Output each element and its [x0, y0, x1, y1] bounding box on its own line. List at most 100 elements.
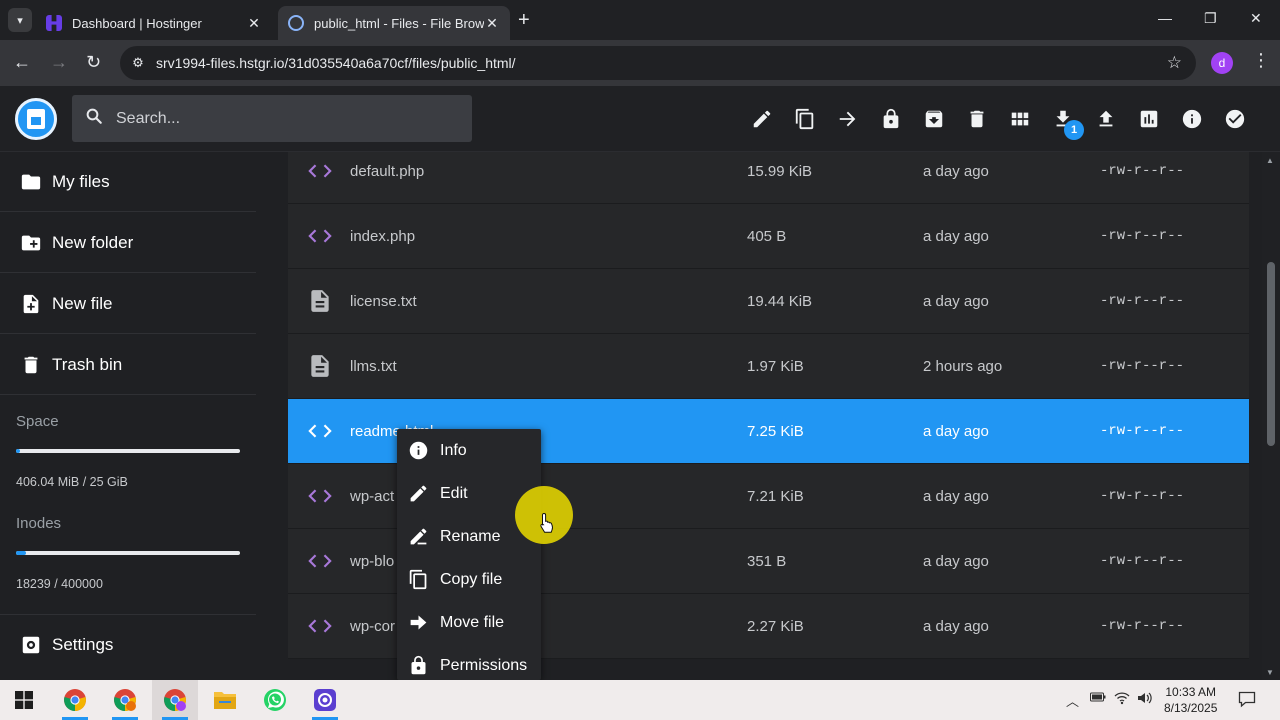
reload-icon[interactable]: ↻ [86, 52, 101, 73]
select-button[interactable] [1213, 100, 1256, 138]
scroll-down-icon[interactable]: ▼ [1266, 668, 1274, 677]
new-file-icon [23, 294, 39, 313]
taskbar-screen-recorder[interactable] [302, 680, 348, 720]
hand-cursor-icon [540, 512, 553, 533]
code-file-icon [306, 482, 334, 510]
start-button[interactable] [1, 680, 47, 720]
sidebar-item-label: Settings [52, 635, 114, 654]
window-close-icon[interactable]: ✕ [1250, 10, 1262, 27]
context-menu-label: Copy file [440, 570, 503, 588]
file-row[interactable]: license.txt 19.44 KiB a day ago -rw-r--r-- [288, 269, 1249, 334]
inodes-progress-bar [16, 551, 240, 555]
hostinger-icon [46, 15, 62, 31]
taskbar-chrome-profile-d[interactable] [152, 680, 198, 720]
sidebar-item-label: My files [52, 171, 110, 191]
sidebar-item-trash-bin[interactable]: Trash bin [0, 335, 256, 395]
taskbar-chrome-profile-n[interactable] [102, 680, 148, 720]
profile-avatar[interactable]: d [1211, 52, 1233, 74]
search-box[interactable] [72, 95, 472, 142]
upload-icon [1099, 110, 1112, 127]
taskbar-file-explorer[interactable] [202, 680, 248, 720]
taskbar-whatsapp[interactable] [252, 680, 298, 720]
delete-button[interactable] [955, 100, 998, 138]
wifi-icon[interactable] [1114, 691, 1130, 708]
file-name: wp-cor [350, 618, 396, 635]
forward-icon[interactable]: → [50, 52, 68, 73]
code-file-icon [306, 157, 334, 185]
file-row[interactable]: default.php 15.99 KiB a day ago -rw-r--r-- [288, 152, 1249, 204]
tab-file-browser[interactable]: public_html - Files - File Browser ✕ [278, 6, 510, 40]
permissions-button[interactable] [869, 100, 912, 138]
upload-button[interactable] [1084, 100, 1127, 138]
info-button[interactable] [1170, 100, 1213, 138]
file-size: 2.27 KiB [747, 618, 804, 635]
shell-button[interactable] [1127, 100, 1170, 138]
tab-dashboard[interactable]: Dashboard | Hostinger ✕ [36, 6, 272, 40]
chrome-icon [64, 689, 86, 711]
address-bar[interactable]: ⚙ srv1994-files.hstgr.io/31d035540a6a70c… [120, 46, 1196, 80]
file-permissions: -rw-r--r-- [1100, 423, 1185, 439]
tab-title: public_html - Files - File Browser [314, 15, 484, 31]
copy-button[interactable] [783, 100, 826, 138]
pencil-icon [753, 110, 770, 128]
file-modified: a day ago [923, 163, 989, 180]
sidebar-item-new-file[interactable]: New file [0, 274, 256, 334]
battery-icon[interactable] [1090, 691, 1106, 706]
new-tab-button[interactable]: + [518, 9, 530, 32]
filebrowser-logo[interactable] [15, 98, 57, 140]
context-menu-info[interactable]: Info [397, 429, 541, 472]
url-text[interactable]: srv1994-files.hstgr.io/31d035540a6a70cf/… [156, 55, 516, 71]
context-menu-copy-file[interactable]: Copy file [397, 558, 541, 601]
volume-icon[interactable] [1137, 691, 1153, 708]
file-name: license.txt [350, 293, 417, 310]
move-button[interactable] [826, 100, 869, 138]
edit-button[interactable] [740, 100, 783, 138]
back-icon[interactable]: ← [13, 52, 31, 73]
context-menu: Info Edit Rename Copy file Move file Per… [397, 429, 541, 680]
taskbar-clock[interactable]: 10:33 AM 8/13/2025 [1164, 684, 1217, 716]
notifications-icon[interactable] [1238, 690, 1256, 711]
clock-date: 8/13/2025 [1164, 701, 1218, 715]
download-button[interactable]: 1 [1041, 100, 1084, 140]
minimize-icon[interactable]: — [1158, 10, 1172, 26]
pencil-icon [410, 485, 427, 502]
chrome-icon [114, 689, 136, 711]
app-header: 1 [0, 86, 1280, 152]
tab-search-button[interactable]: ▾ [8, 8, 32, 32]
view-mode-button[interactable] [998, 100, 1041, 138]
file-modified: a day ago [923, 423, 989, 440]
file-row[interactable]: llms.txt 1.97 KiB 2 hours ago -rw-r--r-- [288, 334, 1249, 399]
windows-taskbar: ︿ 10:33 AM 8/13/2025 [0, 680, 1280, 720]
close-icon[interactable]: ✕ [246, 15, 262, 32]
sidebar-item-settings[interactable]: Settings [0, 615, 256, 675]
rename-icon [410, 528, 427, 545]
file-size: 351 B [747, 553, 787, 570]
browser-menu-icon[interactable]: ⋮ [1252, 50, 1270, 71]
action-toolbar: 1 [740, 100, 1256, 140]
sidebar-item-new-folder[interactable]: New folder [0, 213, 256, 273]
tray-overflow-icon[interactable]: ︿ [1066, 691, 1079, 710]
file-row[interactable]: index.php 405 B a day ago -rw-r--r-- [288, 204, 1249, 269]
scroll-up-icon[interactable]: ▲ [1266, 156, 1274, 165]
bookmark-star-icon[interactable]: ☆ [1167, 53, 1182, 73]
scrollbar[interactable]: ▲ ▼ [1262, 152, 1280, 680]
search-input[interactable] [116, 109, 456, 128]
scrollbar-thumb[interactable] [1267, 262, 1275, 446]
tab-title: Dashboard | Hostinger [72, 15, 202, 31]
arrow-forward-icon [839, 111, 855, 127]
code-file-icon [306, 612, 334, 640]
trash-icon [24, 356, 38, 373]
close-icon[interactable]: ✕ [484, 15, 500, 32]
restore-icon[interactable]: ❐ [1204, 10, 1217, 27]
file-name: wp-act [350, 488, 395, 505]
context-menu-move-file[interactable]: Move file [397, 601, 541, 644]
context-menu-label: Edit [440, 484, 468, 502]
file-size: 405 B [747, 228, 787, 245]
context-menu-permissions[interactable]: Permissions [397, 644, 541, 680]
sidebar-item-my-files[interactable]: My files [0, 152, 256, 212]
site-info-icon[interactable]: ⚙ [120, 55, 156, 71]
file-permissions: -rw-r--r-- [1100, 358, 1185, 374]
taskbar-chrome[interactable] [52, 680, 98, 720]
archive-button[interactable] [912, 100, 955, 138]
whatsapp-icon [264, 689, 286, 711]
